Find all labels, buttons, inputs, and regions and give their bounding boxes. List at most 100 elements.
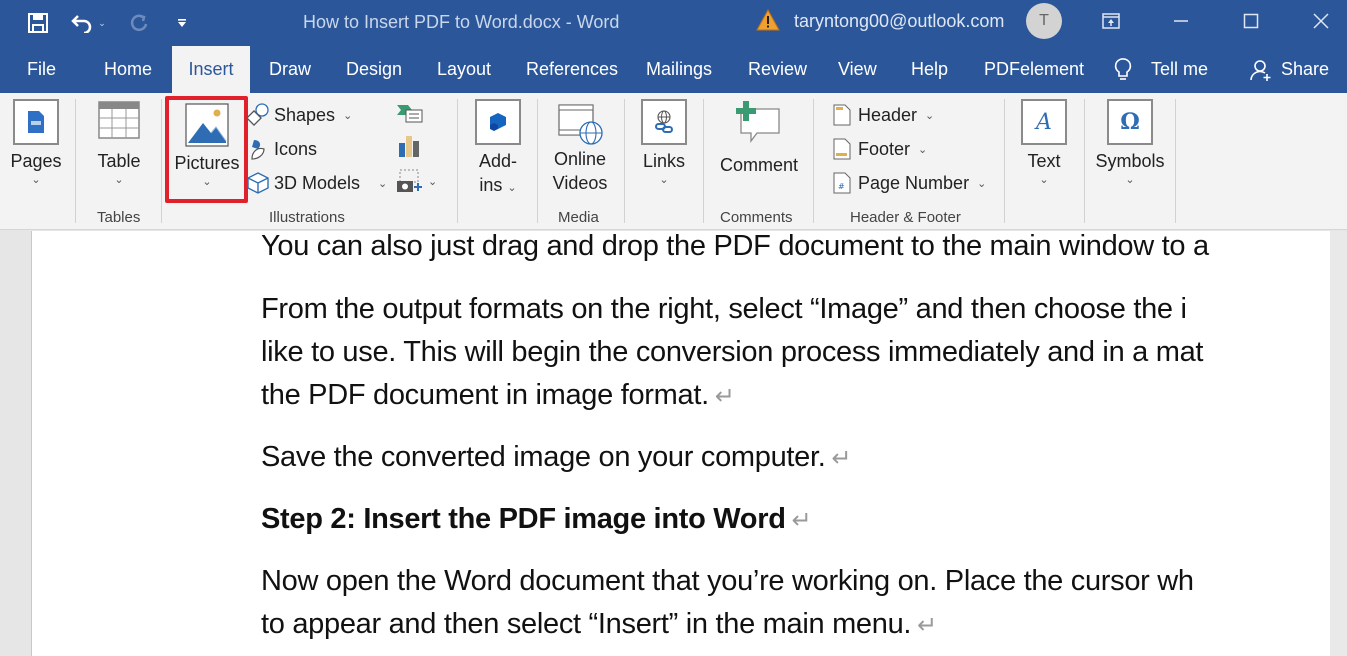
tab-help[interactable]: Help — [911, 46, 948, 93]
ribbon-tabs: File Home Insert Draw Design Layout Refe… — [0, 46, 1347, 93]
chart-icon — [399, 136, 419, 157]
links-button[interactable]: Links ⌄ — [638, 99, 690, 187]
online-videos-button[interactable]: Online Videos — [548, 101, 612, 195]
group-divider — [75, 99, 76, 223]
avatar[interactable]: T — [1026, 3, 1062, 39]
undo-dropdown-icon[interactable]: ⌄ — [98, 18, 106, 29]
group-divider — [1175, 99, 1176, 223]
symbols-label: Symbols — [1095, 151, 1165, 171]
tab-view[interactable]: View — [838, 46, 877, 93]
header-button[interactable]: Header ⌄ — [830, 103, 934, 127]
paragraph: like to use. This will begin the convers… — [261, 336, 1204, 368]
ribbon-display-options-button[interactable] — [1088, 0, 1134, 42]
pictures-highlight-box — [165, 96, 248, 203]
tab-home[interactable]: Home — [104, 46, 152, 93]
tab-references[interactable]: References — [526, 46, 618, 93]
screenshot-button[interactable]: ⌄ — [396, 169, 437, 193]
shapes-icon — [246, 103, 270, 127]
paragraph: From the output formats on the right, se… — [261, 293, 1187, 325]
pages-label: Pages — [10, 151, 62, 171]
header-icon — [830, 103, 854, 127]
text-button[interactable]: A Text ⌄ — [1018, 99, 1070, 187]
tab-mailings[interactable]: Mailings — [646, 46, 712, 93]
svg-text:#: # — [838, 182, 845, 191]
document-page[interactable]: You can also just drag and drop the PDF … — [31, 230, 1331, 656]
icons-button[interactable]: Icons — [246, 137, 317, 161]
save-button[interactable] — [24, 0, 52, 46]
pages-icon — [13, 99, 59, 145]
paragraph-mark-icon: ↵ — [917, 612, 937, 639]
warning-icon[interactable] — [756, 8, 780, 32]
tab-review[interactable]: Review — [748, 46, 807, 93]
tab-draw[interactable]: Draw — [269, 46, 311, 93]
chevron-down-icon: ⌄ — [977, 177, 987, 190]
3d-models-label: 3D Models — [274, 172, 361, 193]
chevron-down-icon: ⌄ — [343, 109, 353, 122]
group-label-header-footer: Header & Footer — [850, 209, 961, 226]
text-label: Text — [1027, 151, 1061, 171]
addins-button[interactable]: Add-ins ⌄ — [472, 99, 524, 197]
tell-me-search[interactable]: Tell me — [1113, 46, 1208, 93]
chevron-down-icon: ⌄ — [428, 175, 438, 188]
section-heading: Step 2: Insert the PDF image into Word ↵ — [261, 503, 812, 535]
tab-insert[interactable]: Insert — [172, 46, 250, 93]
omega-icon: Ω — [1107, 99, 1153, 145]
group-label-illustrations: Illustrations — [269, 209, 345, 226]
page-number-button[interactable]: # Page Number ⌄ — [830, 171, 986, 195]
header-label: Header — [858, 104, 918, 125]
chevron-down-icon: ⌄ — [378, 177, 388, 190]
screenshot-icon — [397, 169, 422, 192]
group-divider — [1004, 99, 1005, 223]
page-number-label: Page Number — [858, 172, 970, 193]
3d-models-button[interactable]: 3D Models ⌄ — [246, 171, 387, 195]
group-label-media: Media — [558, 209, 599, 226]
footer-button[interactable]: Footer ⌄ — [830, 137, 927, 161]
document-area: You can also just drag and drop the PDF … — [0, 230, 1347, 656]
tab-layout[interactable]: Layout — [437, 46, 491, 93]
table-button[interactable]: Table ⌄ — [92, 101, 146, 187]
undo-button[interactable]: ⌄ — [66, 0, 110, 46]
chevron-down-icon: ⌄ — [918, 143, 928, 156]
vertical-scrollbar[interactable] — [1330, 231, 1347, 656]
tab-file[interactable]: File — [27, 46, 56, 93]
undo-icon — [71, 15, 92, 33]
text-box-icon: A — [1021, 99, 1067, 145]
icons-label: Icons — [274, 138, 318, 159]
group-label-tables: Tables — [97, 209, 141, 226]
chevron-down-icon: ⌄ — [659, 174, 669, 186]
group-divider — [457, 99, 458, 223]
smartart-button[interactable] — [396, 103, 424, 125]
pages-button[interactable]: Pages ⌄ — [8, 99, 64, 187]
paragraph: Now open the Word document that you’re w… — [261, 565, 1194, 597]
group-divider — [161, 99, 162, 223]
save-icon — [28, 13, 48, 33]
table-label: Table — [97, 151, 141, 171]
account-email[interactable]: taryntong00@outlook.com — [794, 11, 1004, 32]
new-comment-button[interactable]: Comment — [714, 99, 804, 177]
paragraph: to appear and then select “Insert” in th… — [261, 608, 937, 640]
tab-design[interactable]: Design — [346, 46, 402, 93]
icons-icon — [246, 137, 270, 161]
shapes-button[interactable]: Shapes ⌄ — [246, 103, 352, 127]
paragraph-mark-icon: ↵ — [714, 383, 735, 410]
maximize-button[interactable] — [1228, 0, 1274, 42]
paragraph-mark-icon: ↵ — [791, 507, 812, 534]
customize-qat-button[interactable] — [172, 0, 192, 46]
symbols-button[interactable]: Ω Symbols ⌄ — [1094, 99, 1166, 187]
chart-button[interactable] — [398, 134, 422, 158]
chevron-down-icon: ⌄ — [114, 174, 124, 186]
footer-icon — [830, 137, 854, 161]
maximize-icon — [1243, 13, 1259, 29]
redo-button[interactable] — [126, 0, 152, 46]
smartart-icon — [397, 105, 423, 123]
lightbulb-icon — [1114, 57, 1132, 80]
close-button[interactable] — [1298, 0, 1344, 42]
shapes-label: Shapes — [274, 104, 336, 125]
links-label: Links — [642, 151, 686, 171]
group-divider — [1084, 99, 1085, 223]
share-button[interactable]: Share — [1249, 46, 1329, 93]
chevron-down-icon: ⌄ — [1039, 174, 1049, 186]
minimize-button[interactable] — [1158, 0, 1204, 42]
tab-pdfelement[interactable]: PDFelement — [984, 46, 1084, 93]
share-label: Share — [1281, 59, 1330, 79]
